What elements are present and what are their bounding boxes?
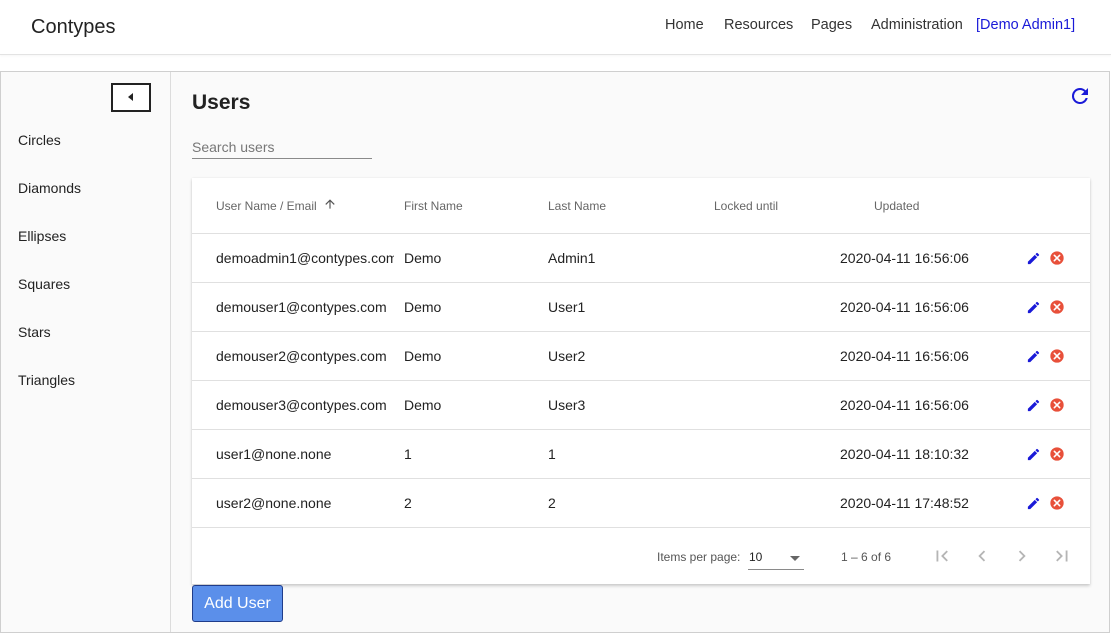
table-row[interactable]: user1@none.none 1 1 2020-04-11 18:10:32 — [192, 430, 1090, 479]
cell-updated: 2020-04-11 16:56:06 — [840, 250, 969, 266]
table-row[interactable]: demouser2@contypes.com Demo User2 2020-0… — [192, 332, 1090, 381]
caret-left-icon — [128, 93, 133, 101]
pencil-icon[interactable] — [1026, 398, 1041, 413]
pencil-icon[interactable] — [1026, 300, 1041, 315]
top-navbar: Contypes Home Resources Pages Administra… — [0, 0, 1111, 55]
close-circle-icon[interactable] — [1049, 446, 1065, 462]
search-input[interactable] — [192, 135, 372, 159]
column-header-email[interactable]: User Name / Email — [216, 199, 317, 213]
cell-last-name: 2 — [548, 495, 556, 511]
pencil-icon[interactable] — [1026, 349, 1041, 364]
close-circle-icon[interactable] — [1049, 397, 1065, 413]
cell-updated: 2020-04-11 16:56:06 — [840, 397, 969, 413]
chevron-left-icon[interactable] — [971, 545, 993, 567]
sidebar-item-circles[interactable]: Circles — [18, 132, 61, 148]
page-title: Users — [192, 91, 251, 114]
cell-last-name: Admin1 — [548, 250, 596, 266]
column-header-first-name[interactable]: First Name — [404, 199, 463, 213]
table-header: User Name / Email First Name Last Name L… — [192, 178, 1090, 234]
nav-current-user[interactable]: [Demo Admin1] — [976, 17, 1075, 33]
main-frame: Circles Diamonds Ellipses Squares Stars … — [0, 71, 1110, 633]
sidebar-collapse-button[interactable] — [111, 83, 151, 112]
items-per-page-select[interactable]: 10 — [748, 546, 804, 570]
sidebar-item-squares[interactable]: Squares — [18, 276, 70, 292]
arrow-up-icon — [325, 199, 335, 209]
main-nav: Home Resources Pages Administration [Dem… — [0, 17, 1111, 37]
table-row[interactable]: demouser1@contypes.com Demo User1 2020-0… — [192, 283, 1090, 332]
chevron-down-icon — [790, 556, 800, 561]
chevron-right-icon[interactable] — [1011, 545, 1033, 567]
sidebar: Circles Diamonds Ellipses Squares Stars … — [1, 72, 171, 632]
table-row[interactable]: demoadmin1@contypes.com Demo Admin1 2020… — [192, 234, 1090, 283]
column-header-updated[interactable]: Updated — [874, 199, 919, 213]
column-header-locked-until[interactable]: Locked until — [714, 199, 778, 213]
items-per-page-label: Items per page: — [657, 550, 741, 564]
cell-last-name: User2 — [548, 348, 586, 364]
close-circle-icon[interactable] — [1049, 250, 1065, 266]
sidebar-item-diamonds[interactable]: Diamonds — [18, 180, 81, 196]
cell-updated: 2020-04-11 18:10:32 — [840, 446, 969, 462]
refresh-icon[interactable] — [1068, 84, 1092, 108]
cell-updated: 2020-04-11 17:48:52 — [840, 495, 969, 511]
cell-last-name: User1 — [548, 299, 586, 315]
close-circle-icon[interactable] — [1049, 299, 1065, 315]
add-user-button[interactable]: Add User — [192, 585, 283, 622]
cell-email: user1@none.none — [216, 446, 332, 462]
close-circle-icon[interactable] — [1049, 348, 1065, 364]
table-row[interactable]: user2@none.none 2 2 2020-04-11 17:48:52 — [192, 479, 1090, 528]
cell-email: user2@none.none — [216, 495, 332, 511]
items-per-page-value: 10 — [749, 550, 763, 564]
column-header-last-name[interactable]: Last Name — [548, 199, 606, 213]
cell-email: demouser1@contypes.com — [216, 299, 387, 315]
cell-first-name: 1 — [404, 446, 412, 462]
sidebar-item-ellipses[interactable]: Ellipses — [18, 228, 66, 244]
cell-email: demouser3@contypes.com — [216, 397, 387, 413]
page-range-label: 1 – 6 of 6 — [841, 550, 892, 564]
pencil-icon[interactable] — [1026, 496, 1041, 511]
cell-first-name: Demo — [404, 397, 442, 413]
users-table: User Name / Email First Name Last Name L… — [192, 178, 1090, 584]
cell-email: demoadmin1@contypes.com — [216, 250, 394, 266]
paginator: Items per page: 10 1 – 6 of 6 — [192, 528, 1090, 584]
sidebar-item-stars[interactable]: Stars — [18, 324, 51, 340]
nav-resources[interactable]: Resources — [724, 17, 793, 33]
cell-first-name: 2 — [404, 495, 412, 511]
cell-email: demouser2@contypes.com — [216, 348, 387, 364]
cell-last-name: 1 — [548, 446, 556, 462]
cell-updated: 2020-04-11 16:56:06 — [840, 299, 969, 315]
sidebar-item-triangles[interactable]: Triangles — [18, 372, 75, 388]
nav-home[interactable]: Home — [665, 17, 704, 33]
first-page-icon[interactable] — [931, 545, 953, 567]
last-page-icon[interactable] — [1051, 545, 1073, 567]
cell-first-name: Demo — [404, 299, 442, 315]
cell-first-name: Demo — [404, 348, 442, 364]
pencil-icon[interactable] — [1026, 447, 1041, 462]
cell-last-name: User3 — [548, 397, 586, 413]
content-area: Users User Name / Email First Name Last … — [172, 72, 1109, 632]
nav-pages[interactable]: Pages — [811, 17, 852, 33]
nav-administration[interactable]: Administration — [871, 17, 963, 33]
table-row[interactable]: demouser3@contypes.com Demo User3 2020-0… — [192, 381, 1090, 430]
close-circle-icon[interactable] — [1049, 495, 1065, 511]
pencil-icon[interactable] — [1026, 251, 1041, 266]
cell-first-name: Demo — [404, 250, 442, 266]
cell-updated: 2020-04-11 16:56:06 — [840, 348, 969, 364]
